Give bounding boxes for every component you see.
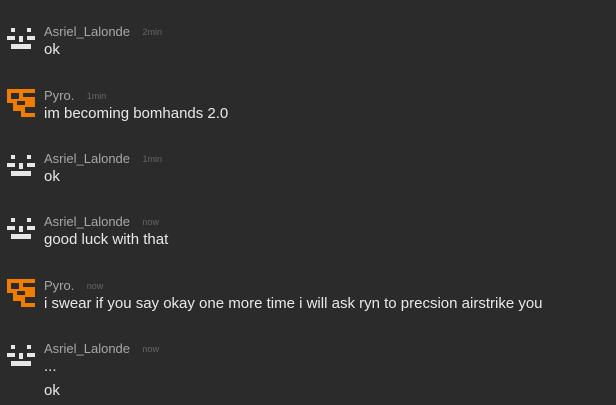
timestamp: now bbox=[86, 281, 104, 291]
pixel-face-icon[interactable] bbox=[7, 25, 35, 53]
message-text: ok bbox=[44, 382, 60, 399]
message-header: Asriel_Lalonde now bbox=[44, 340, 159, 356]
username[interactable]: Pyro. bbox=[44, 88, 74, 103]
message-text: ok bbox=[44, 168, 60, 185]
message-header: Asriel_Lalonde now bbox=[44, 213, 159, 229]
chat-message: Asriel_Lalonde now good luck with that bbox=[0, 208, 616, 268]
timestamp: now bbox=[142, 217, 159, 227]
message-header: Pyro. 1min bbox=[44, 87, 106, 103]
message-text: good luck with that bbox=[44, 231, 169, 248]
message-text: i swear if you say okay one more time i … bbox=[44, 295, 543, 312]
timestamp: 1min bbox=[142, 154, 162, 164]
orange-glyph-icon[interactable] bbox=[7, 279, 35, 307]
username[interactable]: Asriel_Lalonde bbox=[44, 24, 130, 39]
username[interactable]: Pyro. bbox=[44, 278, 74, 293]
chat-message: Pyro. now i swear if you say okay one mo… bbox=[0, 272, 616, 332]
chat-message: Pyro. 1min im becoming bomhands 2.0 bbox=[0, 82, 616, 142]
username[interactable]: Asriel_Lalonde bbox=[44, 341, 130, 356]
message-text: ... bbox=[44, 358, 57, 375]
pixel-face-icon[interactable] bbox=[7, 342, 35, 370]
timestamp: now bbox=[142, 344, 159, 354]
message-header: Pyro. now bbox=[44, 277, 103, 293]
chat-message: Asriel_Lalonde 2min ok bbox=[0, 18, 616, 78]
timestamp: 1min bbox=[86, 91, 107, 101]
username[interactable]: Asriel_Lalonde bbox=[44, 214, 130, 229]
chat-message: Asriel_Lalonde 1min ok bbox=[0, 145, 616, 205]
timestamp: 2min bbox=[142, 27, 162, 37]
orange-glyph-icon[interactable] bbox=[7, 89, 35, 117]
username[interactable]: Asriel_Lalonde bbox=[44, 151, 130, 166]
message-text: ok bbox=[44, 41, 60, 58]
message-header: Asriel_Lalonde 2min bbox=[44, 23, 162, 39]
message-text: im becoming bomhands 2.0 bbox=[44, 105, 229, 122]
pixel-face-icon[interactable] bbox=[7, 152, 35, 180]
pixel-face-icon[interactable] bbox=[7, 215, 35, 243]
chat-log: Asriel_Lalonde 2min ok Pyro. 1min im bec… bbox=[0, 0, 616, 405]
message-header: Asriel_Lalonde 1min bbox=[44, 150, 162, 166]
chat-message: Asriel_Lalonde now ... ok bbox=[0, 335, 616, 405]
